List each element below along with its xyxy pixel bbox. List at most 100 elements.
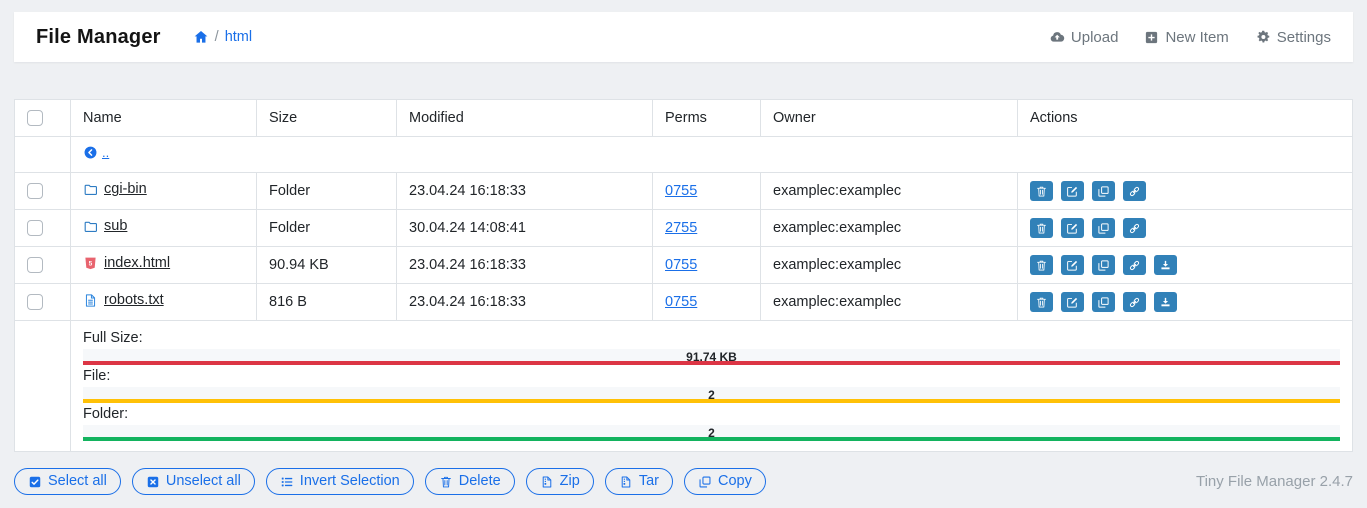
modified-cell: 30.04.24 14:08:41	[397, 210, 653, 247]
gear-icon	[1255, 29, 1271, 45]
size-cell: Folder	[257, 210, 397, 247]
row-actions	[1030, 292, 1340, 312]
rename-action-button[interactable]	[1061, 255, 1084, 275]
copy-icon	[698, 475, 712, 489]
download-icon	[1159, 296, 1172, 309]
column-header-name: Name	[71, 100, 257, 137]
select-all-checkbox[interactable]	[27, 110, 43, 126]
download-icon	[1159, 259, 1172, 272]
summary-folder-count: Folder: 2	[83, 405, 1340, 441]
summary-file-count: File: 2	[83, 367, 1340, 403]
text-file-icon	[83, 293, 98, 308]
trash-icon	[1035, 259, 1048, 272]
breadcrumb: / html	[193, 29, 252, 45]
owner-cell: examplec:examplec	[761, 210, 1018, 247]
folder-icon	[83, 219, 98, 234]
row-checkbox[interactable]	[27, 220, 43, 236]
file-name-link[interactable]: robots.txt	[83, 292, 164, 308]
invert-selection-button[interactable]: Invert Selection	[266, 468, 414, 495]
link-action-button[interactable]	[1123, 181, 1146, 201]
new-item-button[interactable]: New Item	[1144, 29, 1228, 46]
home-icon[interactable]	[193, 29, 209, 45]
perms-link[interactable]: 0755	[665, 183, 697, 199]
link-icon	[1128, 296, 1141, 309]
plus-square-icon	[1144, 30, 1159, 45]
link-action-button[interactable]	[1123, 292, 1146, 312]
bottom-toolbar: Select all Unselect all Invert Selection…	[14, 468, 1353, 495]
copy-action-button[interactable]	[1092, 181, 1115, 201]
app-version-label: Tiny File Manager 2.4.7	[1196, 473, 1353, 490]
copy-icon	[1097, 222, 1110, 235]
table-row: robots.txt 816 B 23.04.24 16:18:33 0755 …	[15, 284, 1353, 321]
copy-icon	[1097, 296, 1110, 309]
row-actions	[1030, 218, 1340, 238]
size-cell: 90.94 KB	[257, 247, 397, 284]
settings-button[interactable]: Settings	[1255, 29, 1331, 46]
summary-label: Folder:	[83, 405, 1340, 423]
list-icon	[280, 475, 294, 489]
table-row: index.html 90.94 KB 23.04.24 16:18:33 07…	[15, 247, 1353, 284]
upload-button[interactable]: Upload	[1049, 29, 1119, 46]
file-manager-page: File Manager / html Upload New Item Sett…	[0, 0, 1367, 508]
file-name-link[interactable]: index.html	[83, 255, 170, 271]
zip-button[interactable]: Zip	[526, 468, 594, 495]
edit-icon	[1066, 222, 1079, 235]
perms-link[interactable]: 0755	[665, 294, 697, 310]
size-cell: 816 B	[257, 284, 397, 321]
parent-directory-link[interactable]: ..	[83, 145, 109, 160]
link-icon	[1128, 222, 1141, 235]
modified-cell: 23.04.24 16:18:33	[397, 247, 653, 284]
html5-file-icon	[83, 256, 98, 271]
navbar-actions: Upload New Item Settings	[1049, 29, 1331, 46]
download-action-button[interactable]	[1154, 292, 1177, 312]
file-table: Name Size Modified Perms Owner Actions .…	[14, 99, 1353, 452]
trash-icon	[1035, 296, 1048, 309]
select-all-button[interactable]: Select all	[14, 468, 121, 495]
edit-icon	[1066, 296, 1079, 309]
delete-action-button[interactable]	[1030, 255, 1053, 275]
owner-cell: examplec:examplec	[761, 173, 1018, 210]
delete-action-button[interactable]	[1030, 292, 1053, 312]
row-checkbox[interactable]	[27, 294, 43, 310]
column-header-modified: Modified	[397, 100, 653, 137]
x-square-icon	[146, 475, 160, 489]
link-action-button[interactable]	[1123, 218, 1146, 238]
owner-cell: examplec:examplec	[761, 247, 1018, 284]
copy-action-button[interactable]	[1092, 292, 1115, 312]
file-count-bar: 2	[83, 387, 1340, 403]
delete-action-button[interactable]	[1030, 218, 1053, 238]
copy-icon	[1097, 259, 1110, 272]
download-action-button[interactable]	[1154, 255, 1177, 275]
row-checkbox[interactable]	[27, 257, 43, 273]
rename-action-button[interactable]	[1061, 181, 1084, 201]
rename-action-button[interactable]	[1061, 218, 1084, 238]
row-checkbox[interactable]	[27, 183, 43, 199]
file-name-link[interactable]: sub	[83, 218, 127, 234]
archive-file-icon	[540, 475, 554, 489]
row-actions	[1030, 255, 1340, 275]
delete-button[interactable]: Delete	[425, 468, 515, 495]
trash-icon	[1035, 222, 1048, 235]
copy-action-button[interactable]	[1092, 218, 1115, 238]
delete-action-button[interactable]	[1030, 181, 1053, 201]
copy-action-button[interactable]	[1092, 255, 1115, 275]
summary-label: Full Size:	[83, 329, 1340, 347]
rename-action-button[interactable]	[1061, 292, 1084, 312]
breadcrumb-current-dir[interactable]: html	[225, 29, 252, 45]
perms-link[interactable]: 0755	[665, 257, 697, 273]
copy-button[interactable]: Copy	[684, 468, 766, 495]
back-circle-icon	[83, 145, 98, 160]
edit-icon	[1066, 185, 1079, 198]
tar-button[interactable]: Tar	[605, 468, 673, 495]
perms-link[interactable]: 2755	[665, 220, 697, 236]
link-icon	[1128, 185, 1141, 198]
breadcrumb-separator: /	[215, 29, 219, 45]
trash-icon	[439, 475, 453, 489]
file-name-link[interactable]: cgi-bin	[83, 181, 147, 197]
column-header-owner: Owner	[761, 100, 1018, 137]
link-action-button[interactable]	[1123, 255, 1146, 275]
row-actions	[1030, 181, 1340, 201]
table-header-row: Name Size Modified Perms Owner Actions	[15, 100, 1353, 137]
size-cell: Folder	[257, 173, 397, 210]
unselect-all-button[interactable]: Unselect all	[132, 468, 255, 495]
